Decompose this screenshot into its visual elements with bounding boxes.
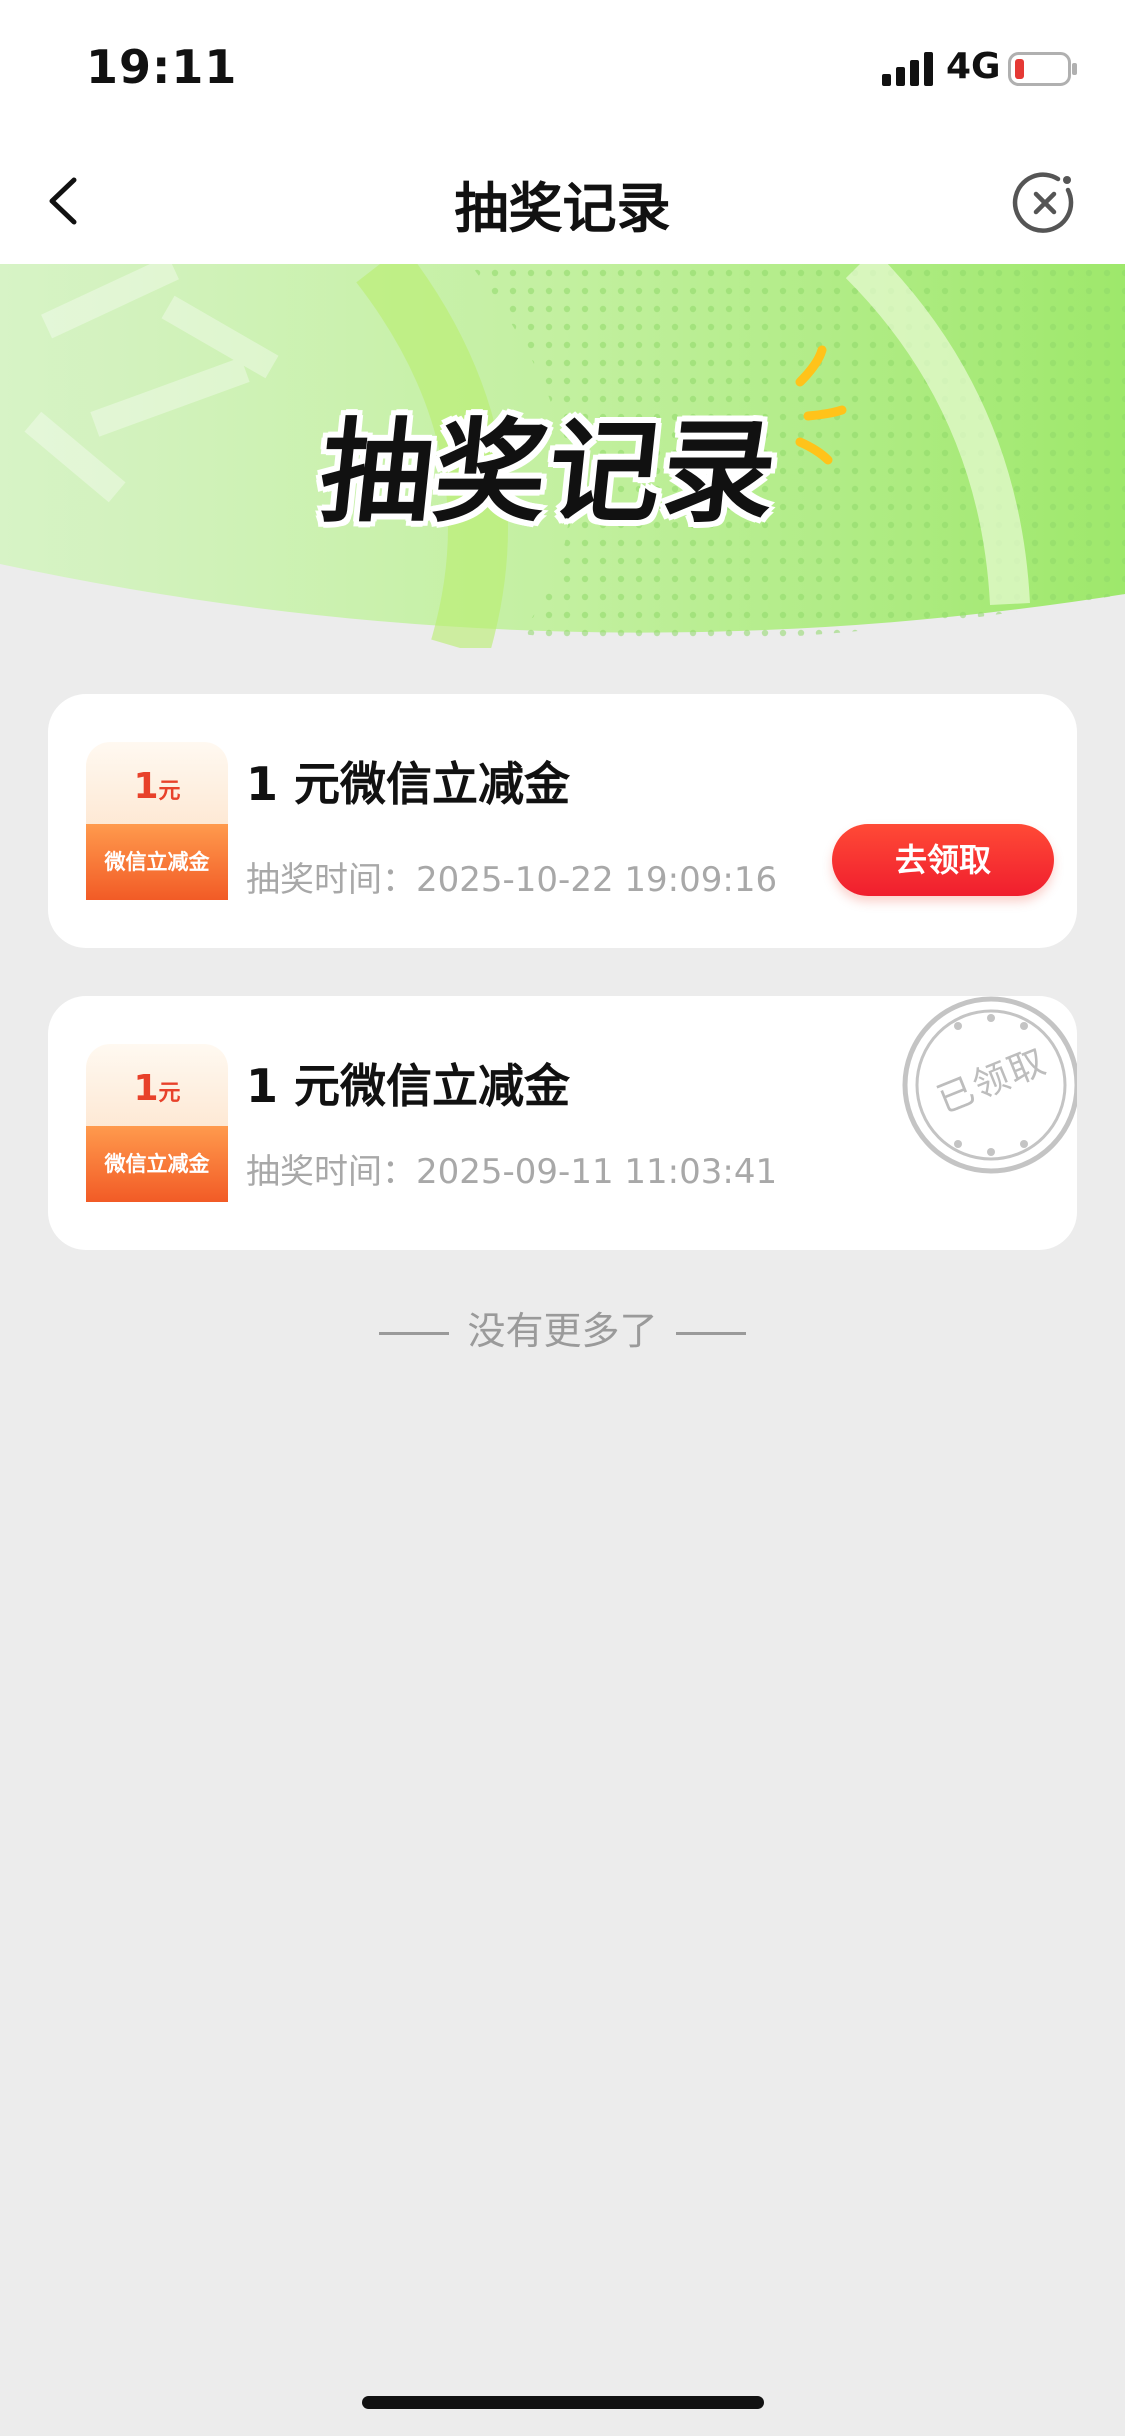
record-time: 抽奖时间：2025-10-22 19:09:16 — [246, 852, 777, 901]
divider-line — [379, 1332, 450, 1335]
record-title: 1 元微信立减金 — [246, 1059, 571, 1113]
page-title: 抽奖记录 — [454, 177, 671, 240]
record-time-value: 2025-09-11 11:03:41 — [416, 1152, 778, 1192]
signal-icon — [882, 52, 933, 86]
end-of-list-text: 没有更多了 — [467, 1309, 658, 1353]
network-type: 4G — [946, 46, 1001, 87]
divider-line — [675, 1332, 746, 1335]
status-bar: 19:11 4G — [0, 0, 1125, 140]
banner-title: 抽奖记录 — [314, 408, 784, 538]
thumb-amount: 1元 — [133, 1068, 181, 1109]
record-title: 1 元微信立减金 — [246, 757, 571, 811]
record-time-value: 2025-10-22 19:09:16 — [416, 860, 778, 900]
record-time: 抽奖时间：2025-09-11 11:03:41 — [246, 1144, 777, 1193]
thumb-label: 微信立减金 — [104, 1152, 210, 1176]
record-time-label: 抽奖时间： — [246, 860, 416, 900]
thumb-amount: 1元 — [133, 766, 181, 807]
claim-button[interactable]: 去领取 — [832, 824, 1054, 896]
record-card: 1元 微信立减金 1 元微信立减金 抽奖时间：2025-09-11 11:03:… — [48, 996, 1077, 1250]
record-card: 1元 微信立减金 1 元微信立减金 抽奖时间：2025-10-22 19:09:… — [48, 694, 1077, 948]
status-time: 19:11 — [86, 40, 238, 94]
banner: 抽奖记录 — [0, 264, 1125, 648]
end-of-list: 没有更多了 — [0, 1300, 1125, 1355]
coupon-thumbnail: 1元 微信立减金 — [86, 1044, 228, 1202]
home-indicator[interactable] — [362, 2396, 764, 2409]
coupon-thumbnail: 1元 微信立减金 — [86, 742, 228, 900]
nav-bar: 抽奖记录 — [0, 140, 1125, 264]
thumb-label: 微信立减金 — [104, 850, 210, 874]
record-time-label: 抽奖时间： — [246, 1152, 416, 1192]
claimed-stamp: 已领取 — [896, 996, 1077, 1180]
close-circle-icon[interactable] — [1010, 168, 1080, 238]
battery-icon — [1008, 52, 1077, 86]
